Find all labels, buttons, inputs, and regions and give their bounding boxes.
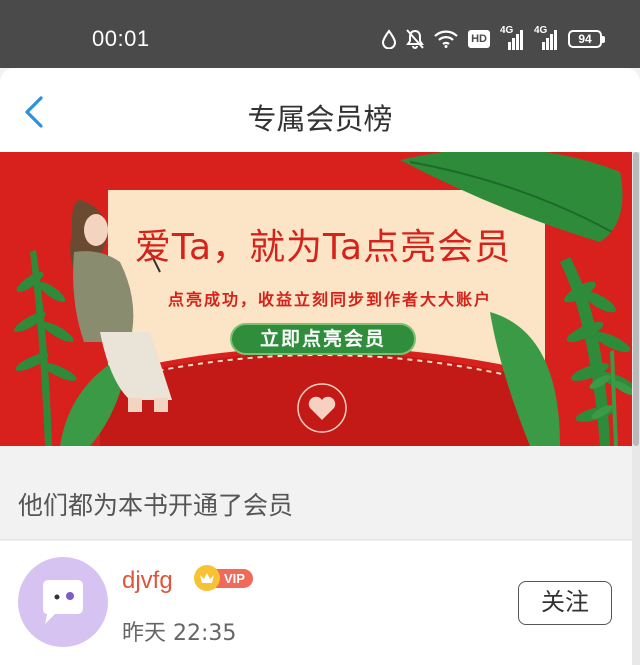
status-icons: HD 4G 4G 94 — [382, 25, 605, 52]
battery-level: 94 — [578, 32, 592, 46]
member-time: 昨天 22:35 — [122, 621, 237, 646]
section-header: 他们都为本书开通了会员 — [0, 446, 640, 540]
network-type-label: 4G — [500, 25, 514, 36]
section-title: 他们都为本书开通了会员 — [18, 491, 294, 520]
crown-icon — [194, 565, 220, 591]
mute-bell-icon — [406, 29, 424, 49]
network-type-label: 4G — [534, 25, 548, 36]
light-up-member-button[interactable]: 立即点亮会员 — [230, 323, 416, 355]
banner-headline: 爱Ta，就为Ta点亮会员 — [134, 227, 512, 268]
member-name[interactable]: djvfg — [122, 567, 173, 595]
wifi-icon — [434, 30, 458, 48]
nav-bar: 专属会员榜 — [0, 68, 640, 152]
follow-button[interactable]: 关注 — [518, 581, 612, 625]
battery-icon: 94 — [568, 30, 605, 48]
scrollbar-thumb[interactable] — [633, 152, 639, 446]
page-title: 专属会员榜 — [247, 102, 393, 136]
signal-icon: 4G — [534, 25, 558, 50]
avatar[interactable] — [18, 557, 108, 647]
banner-subtitle: 点亮成功，收益立刻同步到作者大大账户 — [167, 290, 492, 309]
chat-bubble-icon — [43, 580, 83, 624]
status-time: 00:01 — [92, 26, 150, 51]
vip-badge: VIP — [194, 565, 253, 591]
list-item[interactable]: djvfg VIP 昨天 22:35 关注 — [0, 541, 640, 665]
hd-icon: HD — [468, 30, 490, 48]
signal-icon: 4G — [500, 25, 524, 50]
water-drop-icon — [382, 29, 397, 49]
status-bar: 00:01 HD 4G 4G 94 — [0, 0, 640, 68]
